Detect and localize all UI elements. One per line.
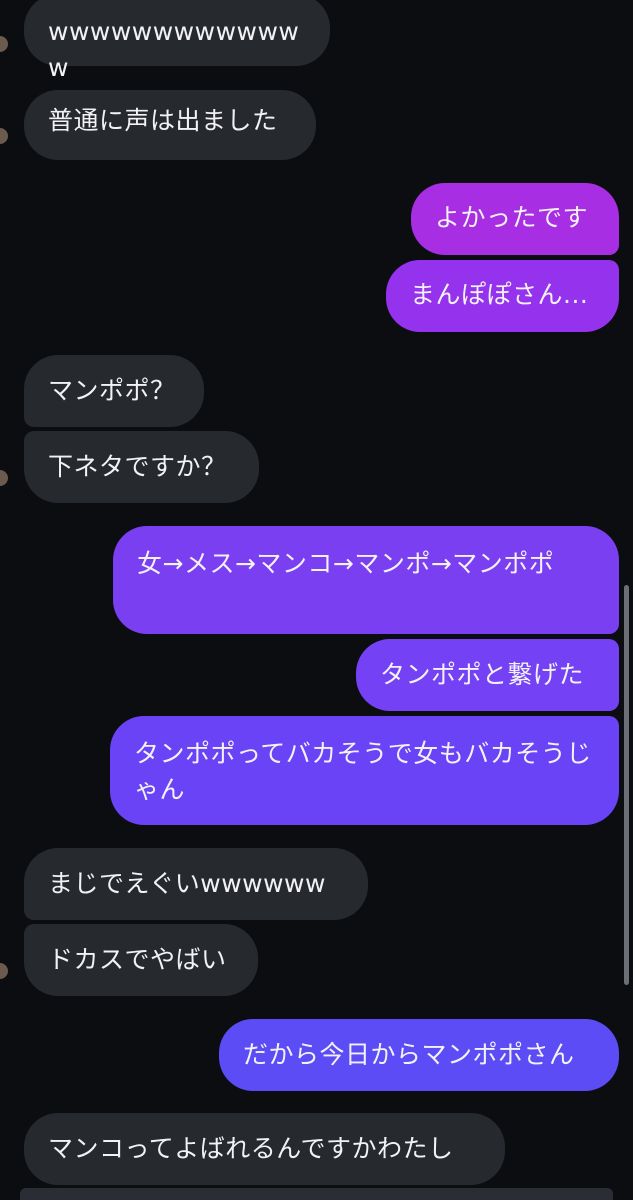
message-bubble-outgoing[interactable]: だから今日からマンポポさん [219,1019,619,1091]
sender-avatar[interactable] [0,963,8,979]
sender-avatar[interactable] [0,128,8,144]
sender-avatar[interactable] [0,470,8,486]
sender-avatar[interactable] [0,36,8,52]
message-bubble-outgoing[interactable]: まんぽぽさん... [386,260,619,332]
message-bubble-incoming[interactable]: 普通に声は出ました [24,90,316,160]
message-bubble-outgoing[interactable]: 女→メス→マンコ→マンポ→マンポポ [113,526,619,634]
message-bubble-outgoing[interactable]: よかったです [411,183,619,255]
message-bubble-incoming[interactable]: まじでえぐいwwwwww [24,848,368,920]
message-bubble-incoming[interactable]: wwwwwwwwwwwww [24,0,330,82]
message-bubble-outgoing[interactable]: タンポポってバカそうで女もバカそうじゃん [110,716,619,825]
composer-edge [20,1188,613,1200]
message-thread[interactable]: wwwwwwwwwwwww 普通に声は出ました よかったです まんぽぽさん...… [0,0,633,1200]
scrollbar[interactable] [624,585,629,985]
message-bubble-outgoing[interactable]: タンポポと繋げた [356,639,619,711]
message-bubble-incoming[interactable]: マンポポ？ [24,355,204,427]
message-bubble-incoming[interactable]: ドカスでやばい [24,924,258,996]
message-bubble-incoming[interactable]: 下ネタですか？ [24,431,259,503]
message-bubble-incoming[interactable]: マンコってよばれるんですかわたし [24,1113,505,1185]
